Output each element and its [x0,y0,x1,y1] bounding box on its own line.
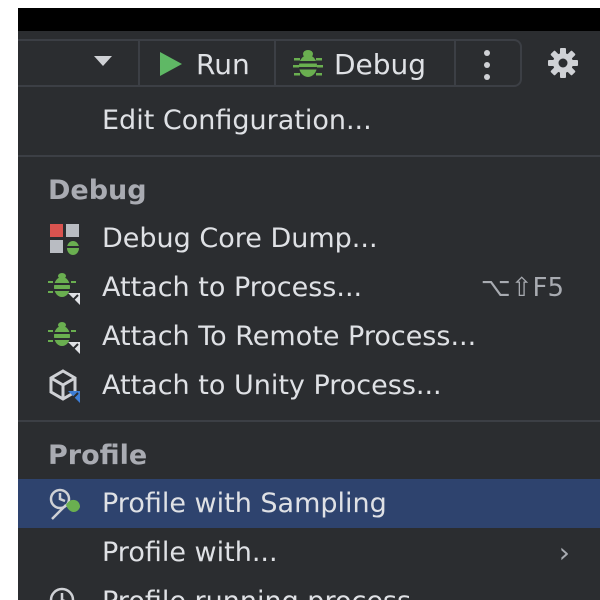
section-header-debug: Debug [18,167,600,214]
run-debug-menu: Edit Configuration... Debug Debug Core D… [18,96,600,600]
toolbar: Run Debug [18,31,600,105]
chevron-down-icon[interactable] [94,56,112,66]
menu-item-debug-core-dump[interactable]: Debug Core Dump... [18,214,600,263]
chevron-right-icon: › [558,536,570,569]
run-label: Run [196,47,250,81]
menu-item-label: Profile with... [102,537,278,568]
menu-item-label: Attach to Unity Process... [102,370,442,401]
unity-icon [49,368,80,403]
toolbar-separator [138,41,140,87]
core-dump-icon [50,223,80,255]
profile-running-icon [49,587,75,600]
section-header-label: Debug [48,175,147,206]
menu-item-label: Profile with Sampling [102,488,387,519]
top-band [18,8,600,31]
menu-divider [18,420,600,422]
section-header-profile: Profile [18,432,600,479]
attach-remote-icon [48,321,80,354]
section-header-label: Profile [48,440,148,471]
menu-item-attach-to-unity-process[interactable]: Attach to Unity Process... [18,361,600,410]
run-button[interactable]: Run [160,41,250,87]
menu-item-label: Edit Configuration... [102,105,372,136]
keyboard-shortcut: ⌥⇧F5 [480,272,564,303]
menu-item-edit-configuration[interactable]: Edit Configuration... [18,96,600,145]
attach-bug-icon [48,272,80,305]
toolbar-separator [274,41,276,87]
more-actions-icon[interactable] [484,50,490,80]
menu-item-attach-to-process[interactable]: Attach to Process... ⌥⇧F5 [18,263,600,312]
toolbar-separator [454,41,456,87]
debug-label: Debug [334,47,427,81]
debug-button[interactable]: Debug [292,41,426,87]
window-frame: Run Debug Edit Configuration... Debug De… [18,8,600,600]
profile-sampling-icon [49,488,80,520]
menu-item-profile-with-sampling[interactable]: Profile with Sampling [18,479,600,528]
menu-divider [18,155,600,157]
menu-item-profile-running-process[interactable]: Profile running process... [18,577,600,600]
menu-item-attach-to-remote-process[interactable]: Attach To Remote Process... [18,312,600,361]
bug-icon [293,50,323,77]
play-icon [160,52,182,76]
menu-item-label: Profile running process... [102,586,437,600]
menu-item-label: Attach To Remote Process... [102,321,477,352]
menu-item-label: Attach to Process... [102,272,363,303]
menu-item-profile-with[interactable]: Profile with... › [18,528,600,577]
menu-item-label: Debug Core Dump... [102,223,378,254]
gear-icon[interactable] [546,46,580,80]
